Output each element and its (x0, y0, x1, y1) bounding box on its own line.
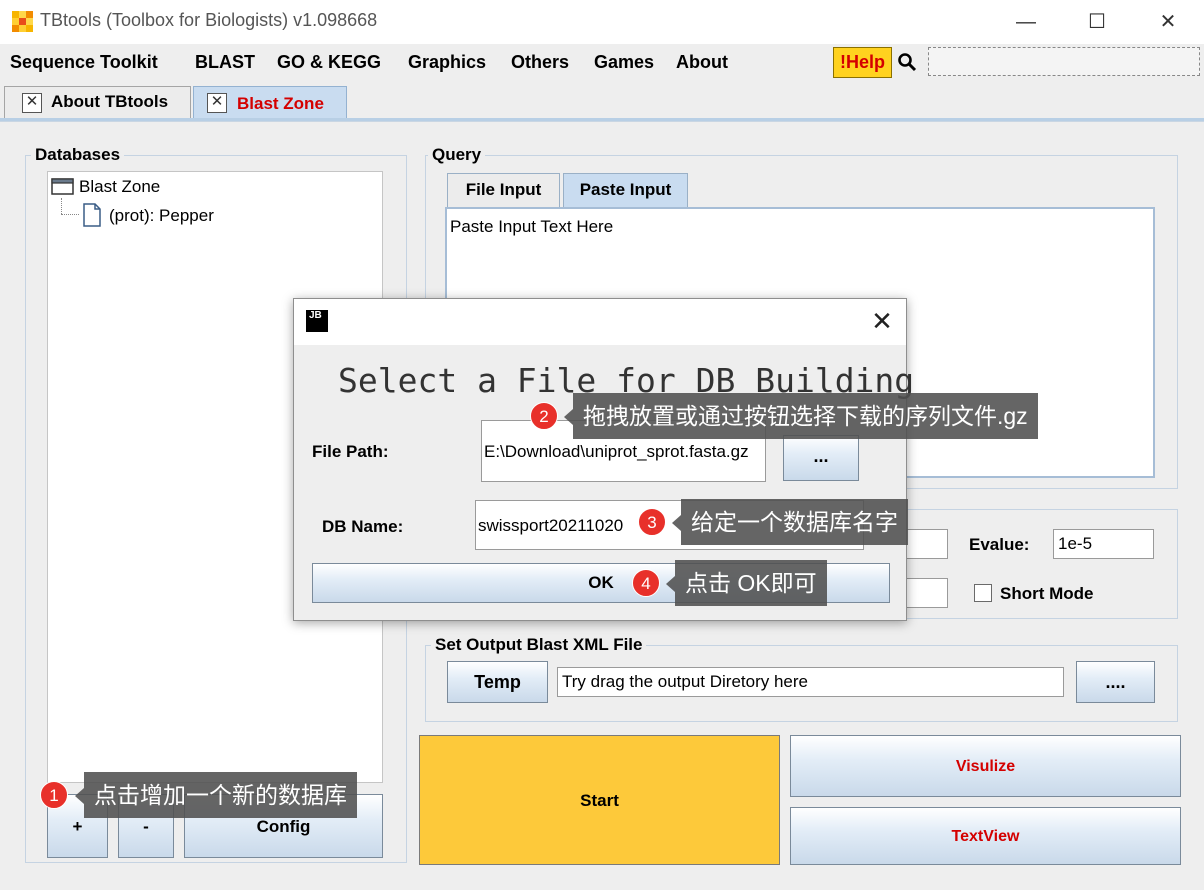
callout-arrow (75, 788, 84, 804)
query-title: Query (428, 145, 486, 165)
menu-games[interactable]: Games (594, 52, 654, 73)
temp-button[interactable]: Temp (447, 661, 548, 703)
annotation-badge-1: 1 (40, 781, 68, 809)
menu-others[interactable]: Others (511, 52, 569, 73)
annotation-badge-2: 2 (530, 402, 558, 430)
menu-graphics[interactable]: Graphics (408, 52, 486, 73)
tab-label: Blast Zone (237, 94, 324, 113)
annotation-callout-1: 点击增加一个新的数据库 (84, 772, 357, 818)
folder-icon (51, 178, 74, 195)
callout-arrow (666, 576, 675, 592)
window-title: TBtools (Toolbox for Biologists) v1.0986… (40, 10, 378, 30)
annotation-callout-4: 点击 OK即可 (675, 560, 827, 606)
file-browse-button[interactable]: ... (783, 435, 859, 481)
tree-connector (61, 214, 79, 215)
tab-file-input[interactable]: File Input (447, 173, 560, 207)
maximize-button[interactable]: ☐ (1077, 8, 1117, 36)
output-browse-button[interactable]: .... (1076, 661, 1155, 703)
menu-about[interactable]: About (676, 52, 728, 73)
help-button[interactable]: !Help (833, 47, 892, 78)
annotation-badge-3: 3 (638, 508, 666, 536)
annotation-badge-4: 4 (632, 569, 660, 597)
menu-go-kegg[interactable]: GO & KEGG (277, 52, 381, 73)
tab-blast-zone[interactable]: ✕ Blast Zone (193, 86, 347, 121)
close-icon[interactable]: ✕ (22, 93, 42, 113)
output-path-input[interactable]: Try drag the output Diretory here (557, 667, 1064, 697)
annotation-callout-2: 拖拽放置或通过按钮选择下载的序列文件.gz (573, 393, 1038, 439)
tbtools-logo-icon (12, 11, 34, 33)
short-mode-checkbox[interactable] (974, 584, 992, 602)
tree-root-label[interactable]: Blast Zone (79, 177, 160, 197)
file-icon (83, 203, 101, 227)
dialog-title-bar: JB ✕ (294, 299, 906, 345)
title-bar: TBtools (Toolbox for Biologists) v1.0986… (0, 0, 1204, 44)
search-input[interactable] (928, 47, 1200, 76)
tree-connector (61, 198, 62, 214)
evalue-input[interactable]: 1e-5 (1053, 529, 1154, 559)
databases-title: Databases (31, 145, 125, 165)
query-placeholder: Paste Input Text Here (450, 217, 614, 236)
db-name-label: DB Name: (322, 517, 404, 536)
start-button[interactable]: Start (419, 735, 780, 865)
annotation-callout-3: 给定一个数据库名字 (681, 499, 908, 545)
menu-sequence-toolkit[interactable]: Sequence Toolkit (10, 52, 158, 73)
file-path-label: File Path: (312, 442, 389, 461)
callout-arrow (564, 409, 573, 425)
tree-item-pepper[interactable]: (prot): Pepper (109, 206, 214, 226)
tab-paste-input[interactable]: Paste Input (563, 173, 688, 207)
close-window-button[interactable]: ✕ (1148, 8, 1188, 36)
close-icon[interactable]: ✕ (207, 93, 227, 113)
textview-button[interactable]: TextView (790, 807, 1181, 865)
menu-blast[interactable]: BLAST (195, 52, 255, 73)
evalue-label: Evalue: (969, 535, 1030, 554)
output-title: Set Output Blast XML File (431, 635, 647, 655)
dialog-close-button[interactable]: ✕ (862, 307, 902, 337)
short-mode-label: Short Mode (1000, 584, 1094, 603)
tab-about-tbtools[interactable]: ✕ About TBtools (4, 86, 191, 118)
visualize-button[interactable]: Visulize (790, 735, 1181, 797)
search-icon[interactable] (897, 52, 917, 72)
callout-arrow (672, 515, 681, 531)
java-app-icon: JB (306, 310, 328, 332)
tab-label: About TBtools (51, 92, 169, 111)
minimize-button[interactable]: — (1006, 8, 1046, 36)
